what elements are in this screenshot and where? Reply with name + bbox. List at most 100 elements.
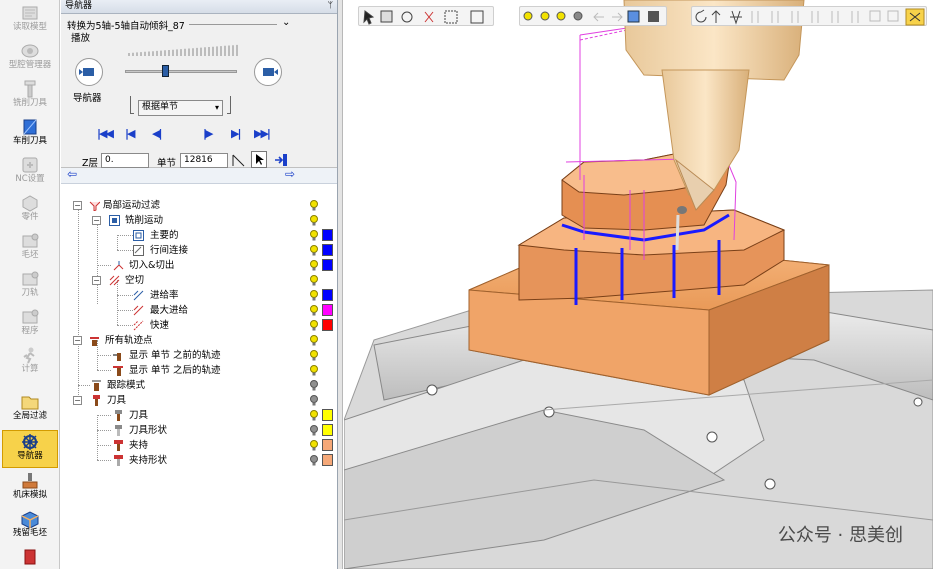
color-swatch[interactable]	[322, 424, 333, 436]
color-swatch[interactable]	[322, 409, 333, 421]
sidebar-item-read-model[interactable]: 读取模型	[2, 4, 58, 33]
speed-slider-thumb[interactable]	[162, 65, 169, 77]
visibility-bulb-icon[interactable]	[310, 455, 318, 466]
navigator-label: 导航器	[73, 93, 102, 104]
sidebar-item-more[interactable]	[2, 548, 58, 566]
sidebar-item-calculate[interactable]: 计算	[2, 346, 58, 375]
tree-row-lead-in-out[interactable]: 切入&切出	[61, 258, 337, 273]
tree-back-arrow-icon[interactable]: ⇦	[67, 167, 77, 181]
tree-row-feed-rate[interactable]: 进给率	[61, 288, 337, 303]
tree-row-main[interactable]: 主要的	[61, 228, 337, 243]
tree-row-tool-group[interactable]: − 刀具	[61, 393, 337, 408]
visibility-bulb-icon[interactable]	[310, 425, 318, 436]
sidebar-item-label: 导航器	[17, 451, 43, 461]
view-tools-icons[interactable]	[692, 7, 928, 27]
tree-row-show-after[interactable]: 显示 单节 之后的轨迹	[61, 363, 337, 378]
tree-row-trace-mode[interactable]: 跟踪模式	[61, 378, 337, 393]
3d-viewport[interactable]: 公众号 · 思美创	[344, 0, 933, 569]
color-swatch[interactable]	[322, 304, 333, 316]
goto-block-icon[interactable]	[273, 152, 289, 168]
step-forward-button[interactable]: |▶	[203, 127, 214, 140]
tree-row-holder[interactable]: 夹持	[61, 438, 337, 453]
tree-row-milling-motion[interactable]: − 铣削运动	[61, 213, 337, 228]
speed-slider[interactable]	[125, 70, 237, 73]
visibility-bulb-icon[interactable]	[310, 305, 318, 316]
visibility-bulb-icon[interactable]	[310, 215, 318, 226]
tree-row-stepover-link[interactable]: 行间连接	[61, 243, 337, 258]
color-swatch[interactable]	[322, 319, 333, 331]
toolbar-group-lighting	[519, 6, 667, 26]
visibility-bulb-icon[interactable]	[310, 335, 318, 346]
first-block-button[interactable]: |◀◀	[97, 127, 114, 140]
step-back-button[interactable]: ◀|	[152, 127, 163, 140]
visibility-bulb-icon[interactable]	[310, 245, 318, 256]
color-swatch[interactable]	[322, 454, 333, 466]
color-swatch[interactable]	[322, 439, 333, 451]
sidebar-item-milling-tool[interactable]: 铣削刀具	[2, 80, 58, 109]
visibility-bulb-icon[interactable]	[310, 350, 318, 361]
collapse-icon[interactable]: ⌄	[282, 17, 290, 28]
visibility-bulb-icon[interactable]	[310, 230, 318, 241]
visibility-bulb-icon[interactable]	[310, 290, 318, 301]
holder-shape-icon	[114, 455, 123, 466]
tree-row-max-feed[interactable]: 最大进给	[61, 303, 337, 318]
sidebar-item-cavity-manager[interactable]: 型腔管理器	[2, 42, 58, 71]
collapse-toggle[interactable]: −	[73, 336, 82, 345]
play-forward-button[interactable]	[254, 58, 282, 86]
last-block-button[interactable]: ▶▶|	[254, 127, 271, 140]
visibility-bulb-icon[interactable]	[310, 320, 318, 331]
visibility-bulb-icon[interactable]	[310, 275, 318, 286]
selection-tools-icons[interactable]	[359, 7, 495, 27]
collapse-toggle[interactable]: −	[73, 201, 82, 210]
lighting-tools-icons[interactable]	[520, 7, 668, 27]
tree-row-holder-shape[interactable]: 夹持形状	[61, 453, 337, 468]
corner-angle-icon[interactable]	[231, 153, 245, 168]
play-backward-button[interactable]	[75, 58, 103, 86]
sidebar-item-label: 刀轨	[21, 288, 39, 298]
sidebar-item-stock[interactable]: 毛坯	[2, 232, 58, 261]
visibility-bulb-icon[interactable]	[310, 200, 318, 211]
sidebar-item-global-filter[interactable]: 全局过滤	[2, 393, 58, 422]
tree-row-local-motion-filter[interactable]: − 局部运动过滤	[61, 198, 337, 213]
visibility-bulb-icon[interactable]	[310, 260, 318, 271]
sidebar-item-machine-sim[interactable]: 机床模拟	[2, 472, 58, 501]
color-swatch[interactable]	[322, 229, 333, 241]
collapse-toggle[interactable]: −	[92, 216, 101, 225]
sidebar-item-nc-settings[interactable]: NC设置	[2, 156, 58, 185]
tree-row-show-before[interactable]: 显示 单节 之前的轨迹	[61, 348, 337, 363]
pin-icon[interactable]: ᛘ	[328, 0, 333, 13]
color-swatch[interactable]	[322, 289, 333, 301]
color-swatch[interactable]	[322, 244, 333, 256]
select-cursor-button[interactable]	[251, 151, 267, 168]
main-path-icon	[133, 230, 144, 241]
tree-row-air-cut[interactable]: − 空切	[61, 273, 337, 288]
sidebar-item-turning-tool[interactable]: 车削刀具	[2, 118, 58, 147]
tree-row-tool-shape[interactable]: 刀具形状	[61, 423, 337, 438]
sidebar-item-remaining-stock[interactable]: 残留毛坯	[2, 510, 58, 539]
collapse-toggle[interactable]: −	[73, 396, 82, 405]
z-layer-field[interactable]: 0.	[101, 153, 149, 168]
visibility-bulb-icon[interactable]	[310, 410, 318, 421]
collapse-toggle[interactable]: −	[92, 276, 101, 285]
visibility-bulb-icon[interactable]	[310, 380, 318, 391]
visibility-bulb-icon[interactable]	[310, 395, 318, 406]
prev-step-button[interactable]: |◀	[125, 127, 136, 140]
sidebar-item-program[interactable]: 程序	[2, 308, 58, 337]
visibility-bulb-icon[interactable]	[310, 440, 318, 451]
tree-row-all-points[interactable]: − 所有轨迹点	[61, 333, 337, 348]
sidebar-item-part[interactable]: 零件	[2, 194, 58, 223]
sidebar-item-navigator[interactable]: 导航器	[2, 430, 58, 468]
next-step-button[interactable]: ▶|	[231, 127, 242, 140]
block-number-field[interactable]: 12816	[180, 153, 228, 168]
mode-select[interactable]: 根据单节 ▾	[138, 100, 223, 116]
tree-row-rapid[interactable]: 快速	[61, 318, 337, 333]
tree-forward-arrow-icon[interactable]: ⇨	[285, 167, 295, 181]
tree-connector	[97, 460, 111, 461]
panel-splitter[interactable]	[338, 0, 343, 569]
visibility-bulb-icon[interactable]	[310, 365, 318, 376]
tree-row-tool[interactable]: 刀具	[61, 408, 337, 423]
color-swatch[interactable]	[322, 259, 333, 271]
tree-row-label: 刀具	[107, 395, 127, 406]
sidebar-item-toolpath[interactable]: 刀轨	[2, 270, 58, 299]
remaining-stock-icon	[21, 511, 39, 528]
